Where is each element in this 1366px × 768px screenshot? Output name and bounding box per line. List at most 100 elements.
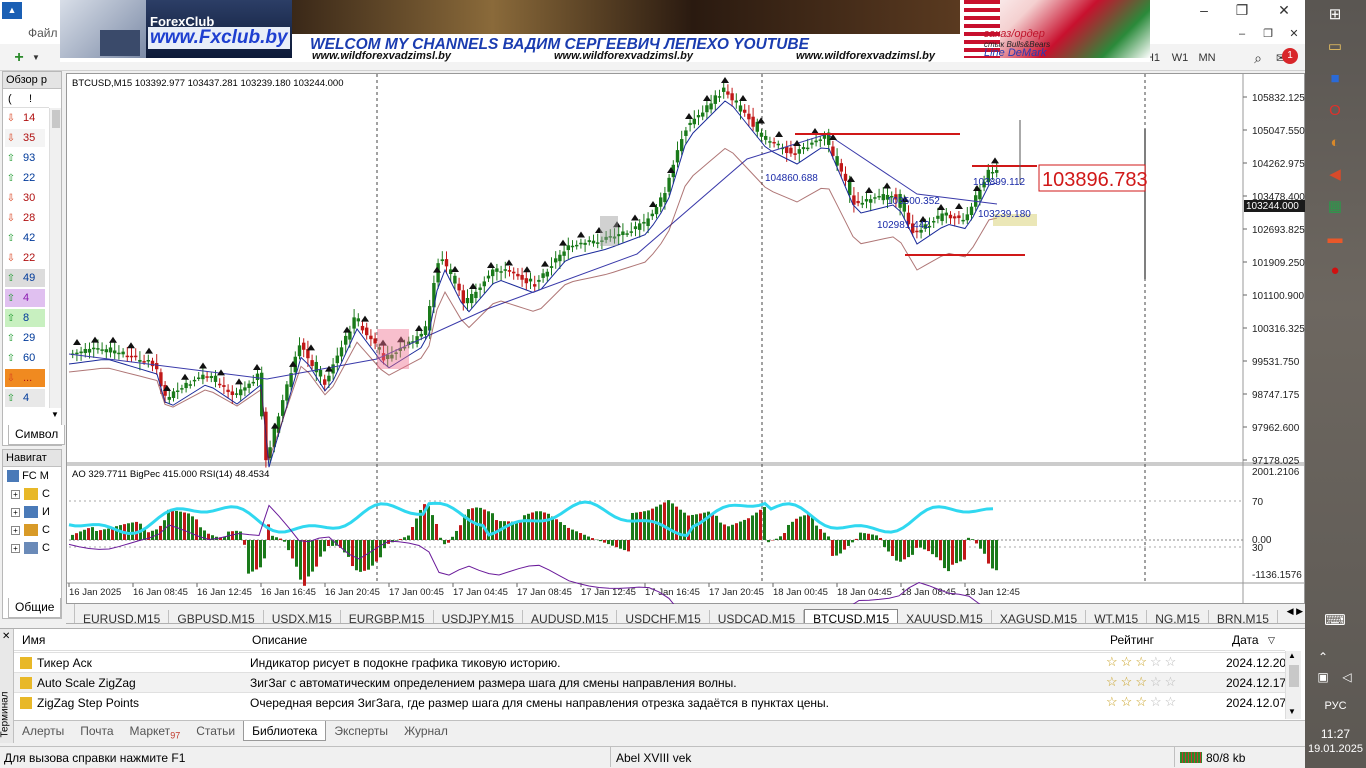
tab-chart[interactable]: USDX,M15 (264, 610, 341, 623)
search-icon[interactable]: ⌕ (1248, 48, 1268, 68)
notification-badge[interactable]: 1 (1282, 48, 1298, 64)
tab-chart[interactable]: USDCHF,M15 (617, 610, 710, 623)
navigator-item[interactable]: + С (11, 488, 50, 501)
list-item[interactable]: ⇩ 35 (5, 129, 45, 147)
volume-icon[interactable]: ◁ (1335, 666, 1359, 688)
close-button[interactable]: ✕ (1264, 0, 1304, 20)
list-item[interactable]: ⇧ 49 (5, 269, 45, 287)
terminal-tab[interactable]: Почта (72, 721, 121, 741)
list-item[interactable]: ⇧ 8 (5, 309, 45, 327)
table-row[interactable]: ZigZag Step Points Очередная версия ЗигЗа… (14, 692, 1286, 712)
list-item[interactable]: ⇧ 93 (5, 149, 45, 167)
tray-chevron-icon[interactable]: ⌃ (1311, 646, 1335, 668)
scroll-up-icon[interactable]: ▲ (1288, 651, 1296, 660)
list-item[interactable]: ⇩... (5, 369, 45, 387)
tab-chart[interactable]: WT,M15 (1086, 610, 1148, 623)
tab-chart[interactable]: XAUUSD,M15 (898, 610, 992, 623)
navigator-item[interactable]: + С (11, 542, 50, 555)
oscillator-bar (451, 536, 454, 540)
tf-w1-button[interactable]: W1 (1168, 48, 1192, 68)
terminal-tab[interactable]: Алерты (14, 721, 72, 741)
chart-symbol-info: BTCUSD,M15 103392.977 103437.281 103239.… (72, 78, 344, 89)
terminal-close-icon[interactable]: ✕ (2, 631, 10, 642)
advert-banner[interactable]: ForexClub www.Fxclub.by WELCOM MY CHANNE… (60, 0, 1150, 62)
navigator-item[interactable]: + С (11, 524, 50, 537)
mw-scroll-down-icon[interactable]: ▼ (49, 410, 61, 422)
expand-icon[interactable]: + (11, 490, 20, 499)
calculator-icon[interactable]: ▦ (1323, 196, 1347, 218)
column-date[interactable]: Дата (1232, 633, 1259, 647)
tab-symbol[interactable]: Символ (8, 425, 66, 445)
speaker-app-icon[interactable]: ◀ (1323, 164, 1347, 186)
tf-mn-button[interactable]: MN (1194, 48, 1220, 68)
library-scroll-thumb[interactable] (1289, 665, 1299, 687)
maximize-button[interactable]: ❐ (1226, 0, 1258, 20)
expand-icon[interactable]: + (11, 526, 20, 535)
terminal-tab[interactable]: Журнал (396, 721, 456, 741)
tab-chart[interactable]: NG,M15 (1147, 610, 1209, 623)
navigator-item[interactable]: + И (11, 506, 50, 519)
navigator-root[interactable]: FC M (7, 470, 49, 483)
list-item[interactable]: ⇧ 4 (5, 289, 45, 307)
table-row[interactable]: Auto Scale ZigZag ЗигЗаг с автоматическим… (14, 672, 1286, 692)
sort-icon[interactable]: ▽ (1268, 635, 1275, 646)
start-icon[interactable]: ⊞ (1323, 4, 1347, 26)
list-item[interactable]: ⇧ 4 (5, 389, 45, 407)
tab-chart[interactable]: BTCUSD,M15 (804, 609, 899, 623)
tab-chart[interactable]: AUDUSD,M15 (523, 610, 618, 623)
status-profile[interactable]: Abel XVIII vek (616, 751, 691, 765)
column-description[interactable]: Описание (252, 633, 307, 647)
tab-chart[interactable]: EURUSD,M15 (75, 610, 170, 623)
mw-header-cell[interactable]: ( (8, 90, 12, 108)
list-item[interactable]: ⇩ 30 (5, 189, 45, 207)
clock-time[interactable]: 11:27 (1305, 727, 1366, 741)
tab-chart[interactable]: USDCAD,M15 (710, 610, 805, 623)
table-row[interactable]: Тикер Аск Индикатор рисует в подокне граф… (14, 652, 1286, 672)
clock-date[interactable]: 19.01.2025 (1305, 743, 1366, 755)
mw-scroll-thumb[interactable] (52, 110, 60, 128)
tab-common[interactable]: Общие (8, 598, 62, 618)
paint-icon[interactable]: ◐ (1323, 132, 1347, 154)
new-chart-icon[interactable]: + (8, 48, 30, 68)
mw-value: 60 (23, 352, 36, 364)
terminal-tab[interactable]: Библиотека (243, 721, 327, 741)
tabs-scroll-icon[interactable]: ◀ ▶ (1286, 606, 1303, 617)
language-indicator[interactable]: РУС (1305, 700, 1366, 712)
mw-scrollbar[interactable] (49, 108, 61, 408)
tab-chart[interactable]: XAGUSD,M15 (992, 610, 1087, 623)
price-chart[interactable]: 105832.125 105047.550 104262.975 103478.400… (66, 73, 1306, 641)
list-item[interactable]: ⇧ 60 (5, 349, 45, 367)
tab-chart[interactable]: BRN,M15 (1209, 610, 1278, 623)
mw-header-cell[interactable]: ! (29, 90, 32, 108)
tab-chart[interactable]: GBPUSD,M15 (169, 610, 264, 623)
record-icon[interactable]: ● (1323, 260, 1347, 282)
chevron-down-icon[interactable]: ▼ (30, 48, 42, 68)
list-item[interactable]: ⇧ 22 (5, 169, 45, 187)
list-item[interactable]: ⇩ 14 (5, 109, 45, 127)
chart-canvas[interactable]: 105832.125105047.550104262.975103478.400… (67, 74, 1306, 641)
minimize-button[interactable]: – (1188, 0, 1220, 20)
tab-chart[interactable]: EURGBP,M15 (341, 610, 434, 623)
screen-tool-icon[interactable]: ▬ (1323, 228, 1347, 250)
terminal-tab[interactable]: Эксперты (326, 721, 396, 741)
list-item[interactable]: ⇧ 42 (5, 229, 45, 247)
terminal-tab[interactable]: Маркет97 (122, 721, 189, 741)
library-scrollbar[interactable]: ▲ ▼ (1285, 651, 1301, 719)
column-name[interactable]: Имя (22, 633, 45, 647)
explorer-icon[interactable]: ▭ (1323, 36, 1347, 58)
expand-icon[interactable]: + (11, 544, 20, 553)
expand-icon[interactable]: + (11, 508, 20, 517)
list-item[interactable]: ⇧ 29 (5, 329, 45, 347)
list-item[interactable]: ⇩ 28 (5, 209, 45, 227)
network-icon[interactable]: ▣ (1311, 666, 1335, 688)
keyboard-icon[interactable]: ⌨ (1323, 610, 1347, 632)
scroll-down-icon[interactable]: ▼ (1288, 707, 1296, 716)
list-item[interactable]: ⇩ 22 (5, 249, 45, 267)
terminal-tab[interactable]: Статьи (188, 721, 243, 741)
column-rating[interactable]: Рейтинг (1110, 633, 1154, 647)
tab-chart[interactable]: USDJPY,M15 (434, 610, 524, 623)
outlook-icon[interactable]: ■ (1323, 68, 1347, 90)
menu-file[interactable]: Файл (28, 26, 58, 40)
opera-icon[interactable]: O (1323, 100, 1347, 122)
candle-body (205, 376, 209, 378)
